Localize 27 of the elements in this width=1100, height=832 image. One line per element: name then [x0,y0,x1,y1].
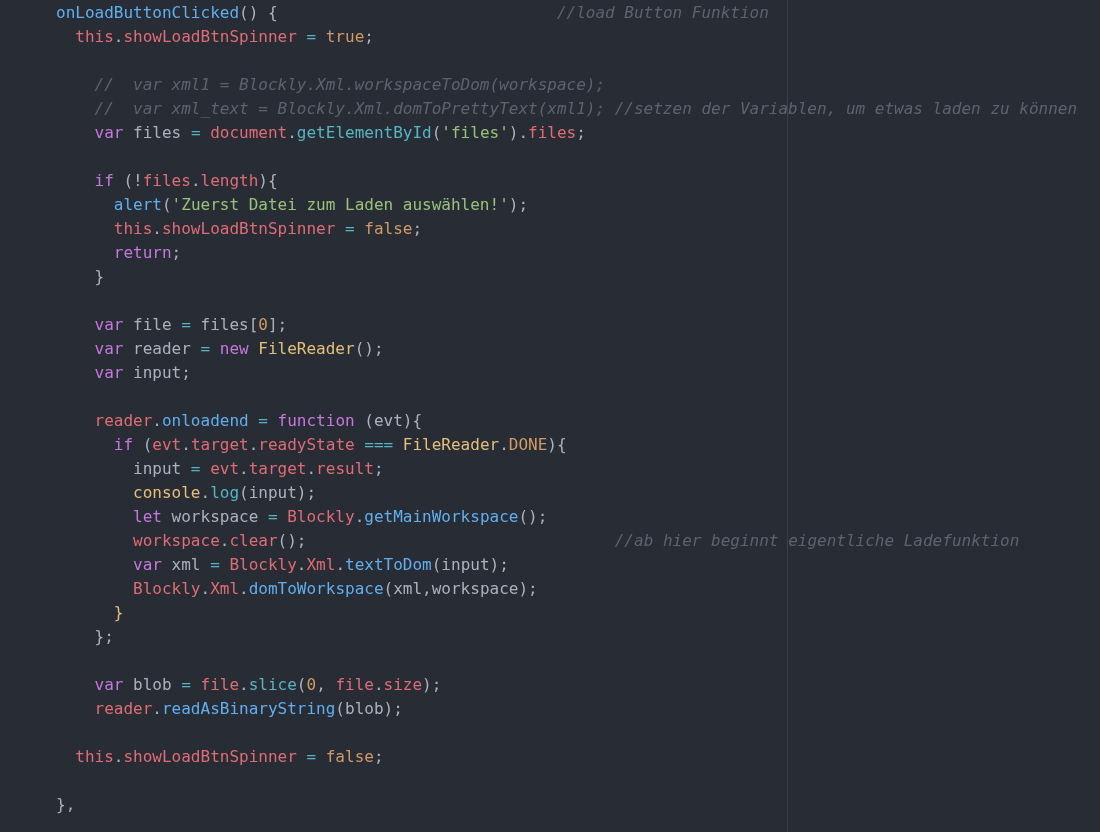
code-line: }, [56,794,76,816]
code-line: if (!files.length){ [93,170,278,192]
code-line: if (evt.target.readyState === FileReader.DONE){ [112,434,567,456]
code-line: this.showLoadBtnSpinner = true; [74,26,374,48]
code-line: var file = files[0]; [93,314,288,336]
code-line: reader.readAsBinaryString(blob); [93,698,403,720]
code-line: var blob = file.slice(0, file.size); [93,674,442,696]
code-line: input = evt.target.result; [132,458,384,480]
code-line: workspace.clear(); //ab hier beginnt eigentliche Ladefunktion [132,530,1020,552]
code-line: Blockly.Xml.domToWorkspace(xml,workspace); [132,578,538,600]
code-line: } [93,266,105,288]
code-line: var files = document.getElementById('files').files; [93,122,586,144]
code-line: } [112,602,124,624]
code-line: var xml = Blockly.Xml.textToDom(input); [132,554,509,576]
code-line: return; [112,242,182,264]
code-line: }; [93,626,114,648]
code-line: reader.onloadend = function (evt){ [93,410,423,432]
code-line: // var xml1 = Blockly.Xml.workspaceToDom(workspace); [93,74,606,96]
code-line: this.showLoadBtnSpinner = false; [112,218,423,240]
code-line: var input; [93,362,191,384]
code-line: onLoadButtonClicked() { //load Button Funktion [56,2,769,24]
code-line: // var xml_text = Blockly.Xml.domToPrettyText(xml1); //setzen der Variablen, um etwas laden zu können [93,98,1078,120]
code-line: alert('Zuerst Datei zum Laden auswählen!'); [112,194,529,216]
code-line: var reader = new FileReader(); [93,338,384,360]
code-line: this.showLoadBtnSpinner = false; [74,746,384,768]
code-line: let workspace = Blockly.getMainWorkspace(); [132,506,548,528]
code-line: console.log(input); [132,482,317,504]
